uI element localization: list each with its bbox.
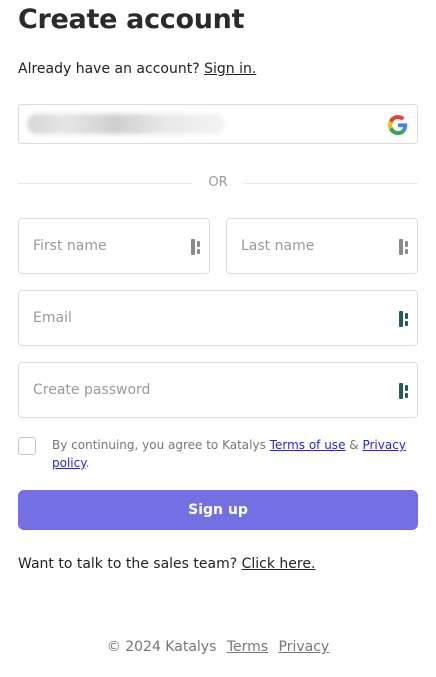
sales-prompt: Want to talk to the sales team? (18, 556, 238, 572)
google-signup-button[interactable] (18, 104, 418, 144)
google-icon (388, 115, 408, 135)
signin-prompt: Already have an account? (18, 61, 200, 77)
footer-terms-link[interactable]: Terms (227, 639, 268, 655)
first-name-field[interactable] (18, 218, 210, 274)
email-field[interactable] (18, 290, 418, 346)
password-field[interactable] (18, 362, 418, 418)
footer-privacy-link[interactable]: Privacy (279, 639, 330, 655)
redacted-account-label (27, 114, 225, 134)
last-name-field[interactable] (226, 218, 418, 274)
sales-row: Want to talk to the sales team? Click he… (18, 556, 315, 572)
terms-suffix: . (85, 456, 90, 470)
password-manager-icon[interactable] (399, 239, 411, 255)
password-manager-icon[interactable] (399, 383, 411, 399)
page-title: Create account (18, 4, 245, 35)
terms-amp: & (349, 438, 359, 452)
copyright-text: © 2024 Katalys (106, 639, 217, 655)
footer: © 2024 Katalys Terms Privacy (0, 639, 436, 655)
password-manager-icon[interactable] (399, 311, 411, 327)
terms-prefix: By continuing, you agree to Katalys (52, 438, 266, 452)
terms-checkbox[interactable] (18, 437, 36, 455)
first-name-input[interactable] (33, 219, 177, 273)
signin-link[interactable]: Sign in. (204, 61, 256, 77)
email-input[interactable] (33, 291, 385, 345)
terms-text: By continuing, you agree to Katalys Term… (52, 436, 418, 472)
signin-row: Already have an account? Sign in. (18, 61, 256, 77)
divider-line-right (244, 183, 418, 184)
terms-of-use-link[interactable]: Terms of use (270, 438, 346, 452)
last-name-input[interactable] (241, 219, 385, 273)
sales-contact-link[interactable]: Click here. (242, 556, 316, 572)
or-divider: OR (18, 174, 418, 192)
sign-up-button[interactable]: Sign up (18, 490, 418, 530)
password-input[interactable] (33, 363, 385, 417)
password-manager-icon[interactable] (191, 239, 203, 255)
